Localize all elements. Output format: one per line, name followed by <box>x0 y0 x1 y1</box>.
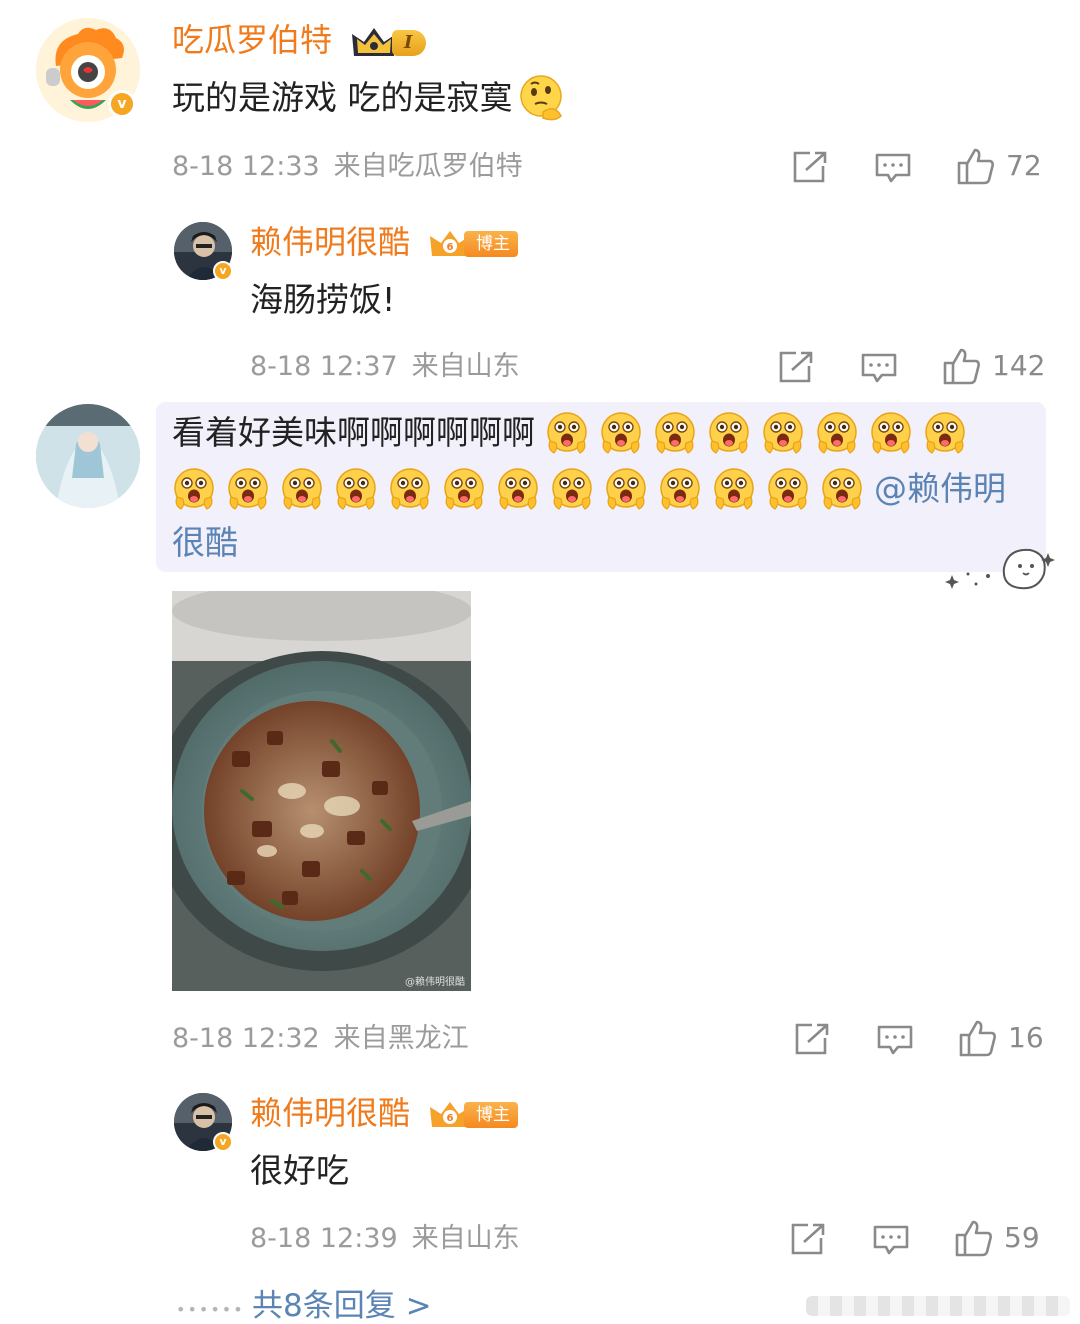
comment-text-content: 看着好美味啊啊啊啊啊啊 <box>172 413 535 452</box>
reply-source: 来自山东 <box>411 351 520 382</box>
comment-button[interactable] <box>860 352 898 384</box>
emoji-row <box>545 411 977 455</box>
comment-time: 8-18 12:33 <box>172 151 320 182</box>
comment-icon <box>875 153 911 183</box>
comment-time: 8-18 12:32 <box>172 1023 320 1054</box>
comment-source: 来自黑龙江 <box>333 1023 469 1054</box>
share-icon <box>779 351 813 383</box>
level-label: I <box>392 30 427 56</box>
comment-text: 玩的是游戏 吃的是寂寞 <box>172 74 565 122</box>
share-icon <box>791 1223 825 1255</box>
emoji-row <box>172 467 874 511</box>
reply-meta: 8-18 12:37 来自山东 <box>250 350 520 384</box>
verified-icon: v <box>213 1132 233 1152</box>
drooling-face-icon <box>336 468 376 510</box>
comment-button[interactable] <box>874 152 912 184</box>
divider-dots: •••••• <box>176 1300 245 1319</box>
drooling-face-icon <box>601 412 641 454</box>
share-button[interactable] <box>792 150 828 184</box>
like-count: 59 <box>1004 1221 1040 1254</box>
drooling-face-icon <box>547 412 587 454</box>
blogger-label: 博主 <box>464 231 518 257</box>
reply-text: 很好吃 <box>250 1151 349 1190</box>
drooling-face-icon <box>714 468 754 510</box>
like-button[interactable]: 72 <box>956 146 1042 186</box>
blogger-label: 博主 <box>464 1102 518 1128</box>
svg-text:6: 6 <box>447 1113 454 1124</box>
drooling-face-icon <box>655 412 695 454</box>
anime-avatar-icon <box>36 404 140 508</box>
member-level-badge[interactable]: I <box>350 26 427 60</box>
photo-watermark: @赖伟明很酷 <box>405 977 465 988</box>
drooling-face-icon <box>444 468 484 510</box>
drooling-face-icon <box>763 412 803 454</box>
drooling-face-icon <box>660 468 700 510</box>
blogger-badge[interactable]: 6 博主 <box>428 229 518 259</box>
comment-text-line-1: 看着好美味啊啊啊啊啊啊 <box>172 408 977 458</box>
drooling-face-icon <box>822 468 862 510</box>
mention-link-continued[interactable]: 很酷 <box>172 518 238 568</box>
drooling-face-icon <box>498 468 538 510</box>
reply-username[interactable]: 赖伟明很酷 <box>250 222 410 262</box>
reply-username[interactable]: 赖伟明很酷 <box>250 1093 410 1133</box>
share-button[interactable] <box>790 1222 826 1256</box>
drooling-face-icon <box>709 412 749 454</box>
thumbs-up-icon <box>957 148 994 185</box>
comment-button[interactable] <box>876 1024 914 1056</box>
comment-text-content: 玩的是游戏 吃的是寂寞 <box>172 78 513 117</box>
comment-meta: 8-18 12:33 来自吃瓜罗伯特 <box>172 150 523 184</box>
thumbs-up-icon <box>955 1220 992 1257</box>
like-count: 16 <box>1008 1021 1044 1054</box>
like-button[interactable]: 59 <box>954 1218 1040 1258</box>
view-more-replies-link[interactable]: 共8条回复 > <box>252 1284 432 1324</box>
share-button[interactable] <box>778 350 814 384</box>
reply-meta: 8-18 12:39 来自山东 <box>250 1222 520 1256</box>
reply-source: 来自山东 <box>411 1223 520 1254</box>
verified-icon: v <box>108 90 136 118</box>
blurred-footer <box>806 1296 1070 1316</box>
drooling-face-icon <box>282 468 322 510</box>
comment-icon <box>861 353 897 383</box>
share-icon <box>793 151 827 183</box>
like-button[interactable]: 16 <box>958 1018 1044 1058</box>
comment-text-line-3: 很酷 <box>172 518 238 568</box>
drooling-face-icon <box>871 412 911 454</box>
comment-text-line-2: @赖伟明 <box>172 464 1006 514</box>
drooling-face-icon <box>768 468 808 510</box>
decorative-sticker-icon <box>945 548 1055 590</box>
comment-meta: 8-18 12:32 来自黑龙江 <box>172 1022 469 1056</box>
crown-icon <box>352 28 396 56</box>
reply-time: 8-18 12:39 <box>250 1223 398 1254</box>
svg-text:6: 6 <box>447 242 454 253</box>
share-icon <box>795 1023 829 1055</box>
mention-link[interactable]: @赖伟明 <box>874 464 1006 514</box>
comment-thread: v 吃瓜罗伯特 I 玩的是游戏 吃的是寂寞 8-18 12:33 来自吃瓜罗伯特 <box>0 0 1080 1324</box>
comment-username[interactable]: 吃瓜罗伯特 <box>172 20 332 60</box>
reply-text: 海肠捞饭! <box>250 280 396 319</box>
like-count: 142 <box>992 349 1046 382</box>
drooling-face-icon <box>174 468 214 510</box>
comment-button[interactable] <box>872 1224 910 1256</box>
drooling-face-icon <box>552 468 592 510</box>
comment-icon <box>877 1025 913 1055</box>
like-button[interactable]: 142 <box>942 346 1045 386</box>
fried-rice-photo <box>172 591 471 991</box>
verified-icon: v <box>213 261 233 281</box>
comment-photo[interactable]: @赖伟明很酷 <box>172 591 471 991</box>
thumbs-up-icon <box>959 1020 996 1057</box>
comment-icon <box>873 1225 909 1255</box>
drooling-face-icon <box>390 468 430 510</box>
drooling-face-icon <box>606 468 646 510</box>
comment-source: 来自吃瓜罗伯特 <box>333 151 523 182</box>
share-button[interactable] <box>794 1022 830 1056</box>
drooling-face-icon <box>228 468 268 510</box>
blogger-badge[interactable]: 6 博主 <box>428 1100 518 1130</box>
thinking-face-icon <box>519 75 562 121</box>
like-count: 72 <box>1006 149 1042 182</box>
reply-time: 8-18 12:37 <box>250 351 398 382</box>
drooling-face-icon <box>817 412 857 454</box>
drooling-face-icon <box>925 412 965 454</box>
thumbs-up-icon <box>943 348 980 385</box>
avatar[interactable] <box>36 404 140 508</box>
